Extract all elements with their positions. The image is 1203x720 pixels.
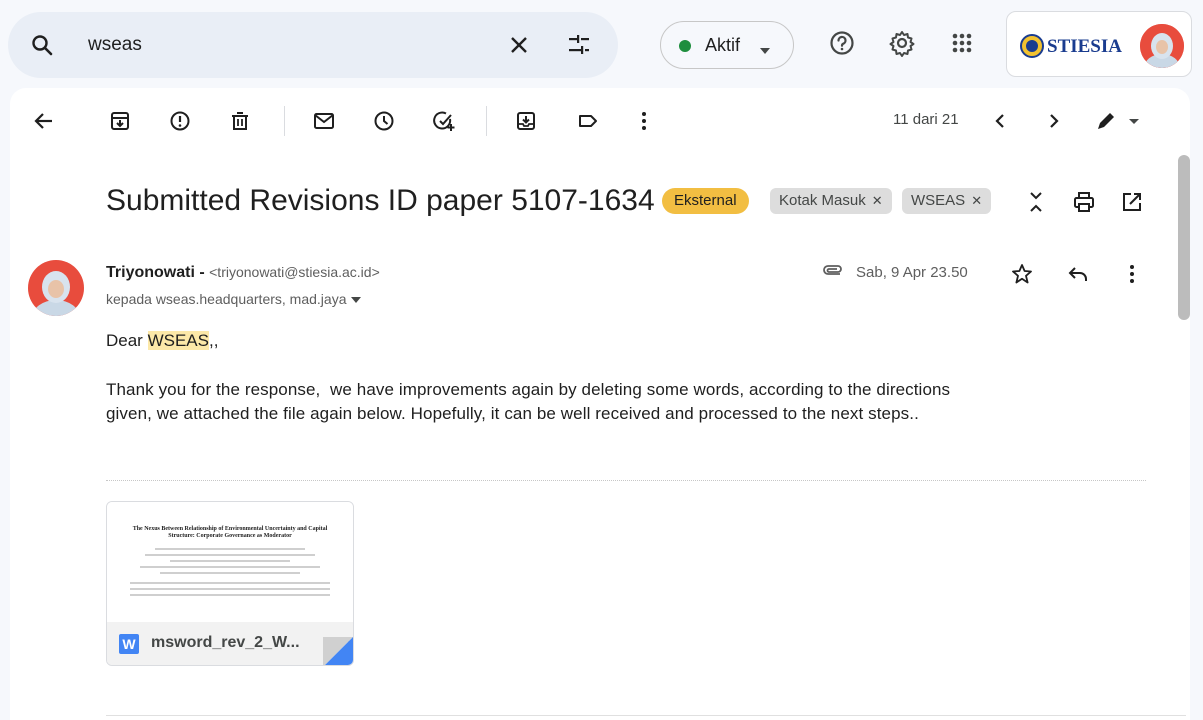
sender-name[interactable]: Triyonowati bbox=[106, 264, 195, 281]
greeting-prefix: Dear bbox=[106, 331, 148, 350]
reply-icon[interactable] bbox=[1066, 262, 1090, 286]
back-icon[interactable] bbox=[32, 109, 56, 133]
prev-message-icon[interactable] bbox=[988, 109, 1012, 133]
chevron-down-icon bbox=[759, 42, 771, 60]
archive-icon[interactable] bbox=[108, 109, 132, 133]
chevron-down-icon[interactable] bbox=[1122, 109, 1139, 133]
remove-label-icon[interactable]: ✕ bbox=[971, 193, 982, 208]
message-date: Sab, 9 Apr 23.50 bbox=[856, 264, 968, 281]
message-panel: 11 dari 21 Submitted Revisions ID paper … bbox=[10, 88, 1190, 720]
label-chip-wseas[interactable]: WSEAS ✕ bbox=[902, 188, 992, 214]
next-message-icon[interactable] bbox=[1042, 109, 1066, 133]
more-options-icon[interactable] bbox=[632, 109, 656, 133]
print-icon[interactable] bbox=[1072, 190, 1096, 214]
toolbar-divider bbox=[284, 106, 285, 136]
search-bar[interactable] bbox=[8, 12, 618, 78]
attachments-divider bbox=[106, 480, 1146, 481]
chevron-down-icon bbox=[350, 291, 362, 307]
sender-dash: - bbox=[194, 264, 210, 281]
attachment-card[interactable]: The Nexus Between Relationship of Enviro… bbox=[106, 501, 354, 666]
avatar[interactable] bbox=[1140, 24, 1184, 68]
preview-text-line bbox=[130, 588, 330, 590]
message-subject: Submitted Revisions ID paper 5107-1634 bbox=[106, 184, 655, 217]
external-badge: Eksternal bbox=[662, 188, 749, 214]
organization-logo: STIESIA bbox=[1019, 33, 1139, 59]
message-footer-divider bbox=[106, 715, 1186, 716]
greeting: Dear WSEAS,, bbox=[106, 328, 1146, 354]
add-task-icon[interactable] bbox=[432, 109, 456, 133]
pen-icon[interactable] bbox=[1094, 109, 1118, 133]
message-toolbar: 11 dari 21 bbox=[10, 88, 1190, 154]
preview-text-line bbox=[140, 566, 320, 568]
preview-text-line bbox=[160, 572, 300, 574]
search-options-icon[interactable] bbox=[566, 32, 592, 58]
recipients-text: kepada wseas.headquarters, mad.jaya bbox=[106, 291, 347, 307]
remove-label-icon[interactable]: ✕ bbox=[872, 193, 883, 208]
recipients-toggle[interactable]: kepada wseas.headquarters, mad.jaya bbox=[106, 291, 362, 307]
account-switcher[interactable]: STIESIA bbox=[1006, 11, 1192, 77]
status-label: Aktif bbox=[705, 35, 741, 55]
toolbar-divider bbox=[486, 106, 487, 136]
mark-unread-icon[interactable] bbox=[312, 109, 336, 133]
sender-line: Triyonowati - <triyonowati@stiesia.ac.id… bbox=[106, 264, 380, 282]
body-line: Thank you for the response, we have impr… bbox=[106, 380, 951, 399]
logo-text: STIESIA bbox=[1047, 36, 1122, 57]
attachment-preview: The Nexus Between Relationship of Enviro… bbox=[107, 502, 353, 622]
preview-title: The Nexus Between Relationship of Enviro… bbox=[132, 526, 328, 539]
word-file-icon: W bbox=[119, 634, 139, 654]
search-input[interactable] bbox=[88, 30, 468, 60]
label-icon[interactable] bbox=[576, 109, 600, 133]
open-new-window-icon[interactable] bbox=[1120, 190, 1144, 214]
scrollbar-thumb[interactable] bbox=[1178, 155, 1190, 320]
clear-search-icon[interactable] bbox=[506, 32, 532, 58]
label-chip-inbox[interactable]: Kotak Masuk ✕ bbox=[770, 188, 892, 214]
delete-icon[interactable] bbox=[228, 109, 252, 133]
page-fold-corner bbox=[323, 637, 353, 665]
status-dot bbox=[679, 40, 691, 52]
search-icon[interactable] bbox=[30, 33, 54, 57]
move-to-icon[interactable] bbox=[514, 109, 538, 133]
report-spam-icon[interactable] bbox=[168, 109, 192, 133]
preview-text-line bbox=[130, 594, 330, 596]
preview-text-line bbox=[170, 560, 290, 562]
message-body: Thank you for the response, we have impr… bbox=[106, 378, 1156, 426]
attachment-footer: W msword_rev_2_W... bbox=[107, 622, 353, 665]
pager-count: 11 dari 21 bbox=[893, 111, 959, 128]
apps-icon[interactable] bbox=[948, 29, 976, 57]
attachment-icon bbox=[820, 262, 844, 286]
preview-text-line bbox=[155, 548, 305, 550]
sender-avatar[interactable] bbox=[28, 260, 84, 316]
search-highlight: WSEAS bbox=[147, 331, 209, 350]
preview-text-line bbox=[130, 582, 330, 584]
settings-icon[interactable] bbox=[888, 29, 916, 57]
attachment-filename: msword_rev_2_W... bbox=[151, 634, 300, 651]
sender-email: <triyonowati@stiesia.ac.id> bbox=[209, 264, 380, 280]
snooze-icon[interactable] bbox=[372, 109, 396, 133]
body-line: given, we attached the file again below.… bbox=[106, 404, 919, 423]
label-chip-text: WSEAS bbox=[911, 192, 966, 209]
star-icon[interactable] bbox=[1010, 262, 1034, 286]
preview-text-line bbox=[145, 554, 315, 556]
greeting-suffix: ,, bbox=[208, 331, 219, 350]
label-chip-text: Kotak Masuk bbox=[779, 192, 866, 209]
top-bar: Aktif STIESIA bbox=[0, 0, 1203, 88]
collapse-all-icon[interactable] bbox=[1024, 190, 1048, 214]
message-more-icon[interactable] bbox=[1120, 262, 1144, 286]
help-icon[interactable] bbox=[828, 29, 856, 57]
status-selector[interactable]: Aktif bbox=[660, 21, 794, 69]
